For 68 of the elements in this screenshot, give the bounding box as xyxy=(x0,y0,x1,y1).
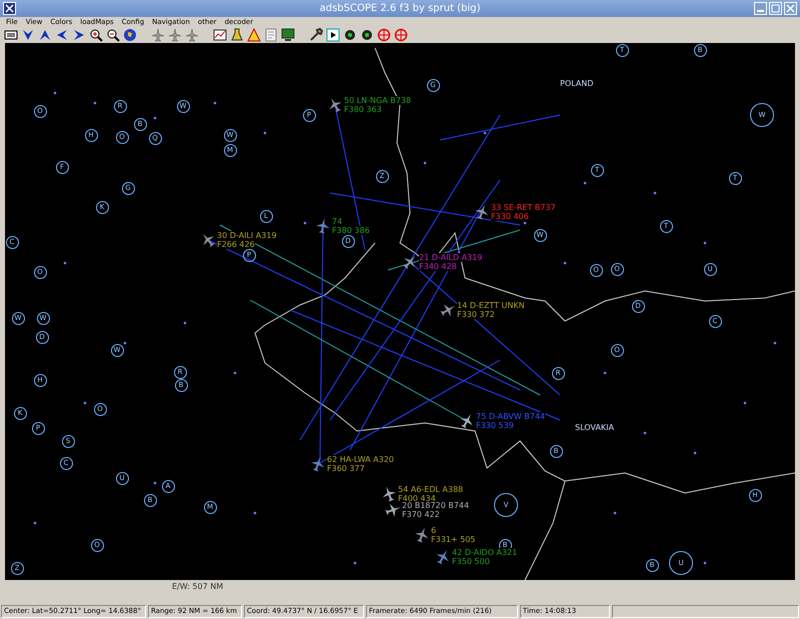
aircraft-label: 42 D-AIDO A321 xyxy=(452,548,518,557)
maximize-icon xyxy=(771,4,780,13)
flight-level-label: F330 539 xyxy=(476,421,514,430)
country-label: SLOVAKIA xyxy=(575,423,614,433)
aircraft-label: 33 SE-RET B737 xyxy=(491,203,556,212)
airplane-icon xyxy=(168,28,182,42)
airplane-icon[interactable] xyxy=(327,97,343,113)
airplane-icon[interactable] xyxy=(459,413,475,429)
tool-icon xyxy=(308,28,322,42)
flight-level-label: F330 372 xyxy=(457,310,495,319)
airplane-icon xyxy=(150,28,164,42)
target-icon xyxy=(376,28,390,42)
target-icon xyxy=(394,28,408,42)
play-icon xyxy=(326,28,340,42)
aircraft-label: 74 xyxy=(332,217,342,226)
aircraft-label: 75 D-ABVW B744 xyxy=(476,412,545,421)
flight-level-label: F331+ 505 xyxy=(431,535,476,544)
aircraft-label: 50 LN-NGA B738 xyxy=(344,96,412,105)
flight-level-label: F350 500 xyxy=(452,557,490,566)
flight-level-label: F380 363 xyxy=(344,105,382,114)
country-label: POLAND xyxy=(560,79,594,89)
airplane-icon[interactable] xyxy=(310,456,326,472)
aircraft-label: 20 B18720 B744 xyxy=(402,501,469,510)
close-icon xyxy=(786,4,795,13)
monitor-icon xyxy=(280,28,294,42)
arrow-right-icon xyxy=(72,28,86,42)
dot-icon xyxy=(360,28,374,42)
flight-level-label: F340 428 xyxy=(419,262,457,271)
document-icon xyxy=(264,28,278,42)
aircraft-label: 54 A6-EDL A388 xyxy=(398,485,464,494)
flight-level-label: F380 386 xyxy=(332,226,370,235)
airplane-icon[interactable] xyxy=(402,254,418,270)
airplane-icon[interactable] xyxy=(414,527,430,543)
aircraft-label: 6 xyxy=(431,526,436,535)
chart-icon xyxy=(212,28,226,42)
close-button[interactable] xyxy=(784,2,797,15)
flight-level-label: F370 422 xyxy=(402,510,440,519)
airplane-icon xyxy=(184,28,198,42)
airplane-icon[interactable] xyxy=(315,218,331,234)
airplane-icon[interactable] xyxy=(435,549,451,565)
aircraft-label: 21 D-AILD A319 xyxy=(419,253,482,262)
airplane-icon[interactable] xyxy=(474,204,490,220)
globe-icon xyxy=(122,28,136,42)
airplane-icon[interactable] xyxy=(381,486,397,502)
airplane-icon[interactable] xyxy=(200,232,216,248)
arrow-down-icon xyxy=(20,28,34,42)
minimize-button[interactable] xyxy=(754,2,767,15)
aircraft-label: 14 D-EZTT UNKN xyxy=(457,301,525,310)
flight-level-label: F360 377 xyxy=(327,464,365,473)
airplane-icon[interactable] xyxy=(385,502,401,518)
zoom-in-icon xyxy=(88,28,102,42)
toolbar-button[interactable] xyxy=(279,27,296,43)
keyboard-icon xyxy=(4,28,18,42)
aircraft-label: 62 HA-LWA A320 xyxy=(327,455,394,464)
dot-icon xyxy=(342,28,356,42)
airplane-icon[interactable] xyxy=(440,302,456,318)
maximize-button[interactable] xyxy=(769,2,782,15)
flight-level-label: F330 406 xyxy=(491,212,529,221)
app-icon xyxy=(3,2,16,15)
zoom-out-icon xyxy=(106,28,120,42)
arrow-up-icon xyxy=(38,28,52,42)
arrow-left-icon xyxy=(54,28,68,42)
flight-level-label: F266 426 xyxy=(217,240,255,249)
toolbar-button[interactable] xyxy=(211,27,228,43)
aircraft-label: 30 D-AILI A319 xyxy=(217,231,277,240)
toolbar-button[interactable] xyxy=(324,27,341,43)
scale-label: E/W: 507 NM xyxy=(172,582,224,591)
window-title: adsbSCOPE 2.6 f3 by sprut (big) xyxy=(318,3,482,14)
